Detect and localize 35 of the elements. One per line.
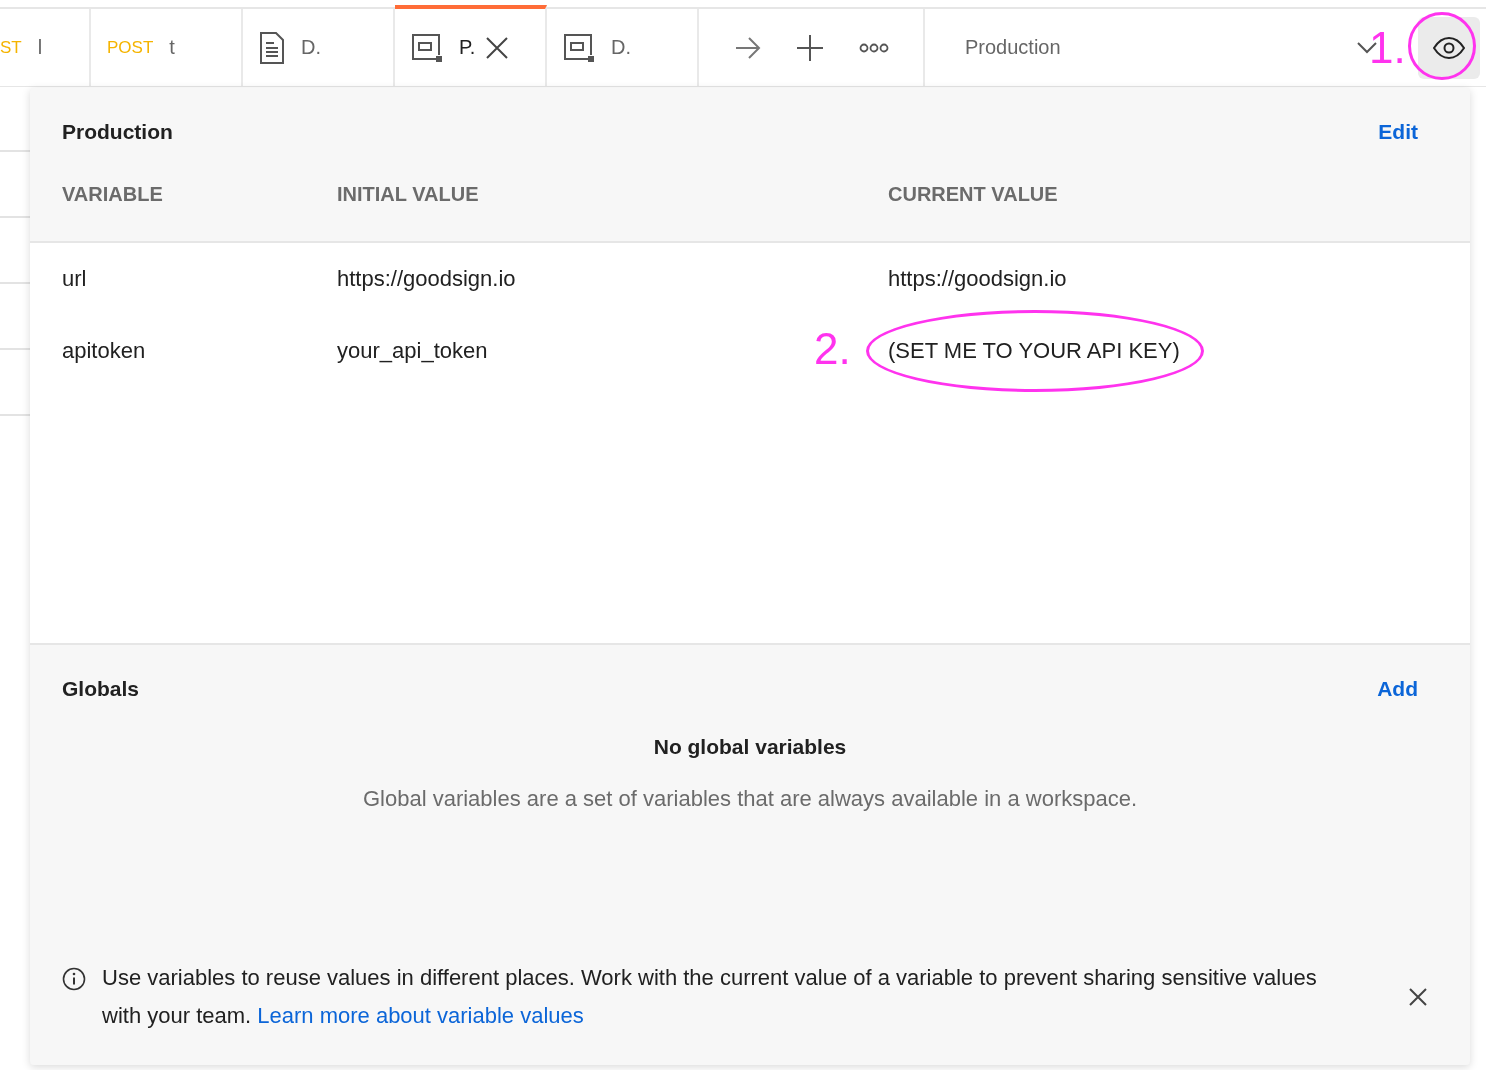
more-icon[interactable] [859,42,889,53]
table-cell: (SET ME TO YOUR API KEY) [888,338,1180,363]
section-title: Globals [62,677,140,701]
eye-icon [1431,36,1466,59]
request-tab[interactable]: D. [243,9,395,86]
request-tab[interactable]: ST l [0,9,91,86]
table-cell: your_api_token [337,338,488,364]
close-icon[interactable] [1408,987,1428,1007]
add-link[interactable]: Add [1377,677,1418,701]
column-header: INITIAL VALUE [337,183,479,206]
info-message: Use variables to reuse values in different places. Work with the current value of a variable to prevent sharing sensitive values with your team. Learn more about variable values [102,964,1318,1030]
close-icon[interactable] [485,35,510,60]
annotation-number: 2. [814,324,851,374]
column-header: VARIABLE [62,183,163,206]
edit-link[interactable]: Edit [1378,120,1418,144]
column-header: CURRENT VALUE [888,183,1058,206]
example-icon [411,32,443,63]
request-tab[interactable]: POST t [91,9,243,86]
empty-state-title: No global variables [653,735,847,759]
example-icon [563,32,595,63]
environment-quick-look-button[interactable] [1417,16,1480,79]
annotation-number: 1. [1369,22,1406,73]
document-icon [259,30,285,65]
table-cell: https://goodsign.io [337,266,516,292]
request-tab[interactable]: D. [547,9,699,86]
table-cell: url [62,266,87,292]
highlight-circle [1408,12,1476,80]
empty-state-text: Global variables are a set of variables that are always available in a workspace. [361,785,1139,813]
panel-title: Production [62,120,173,144]
learn-more-link[interactable]: Learn more about variable values [257,1003,584,1028]
plus-icon[interactable] [797,34,823,61]
arrow-right-icon[interactable] [735,36,761,59]
table-cell: apitoken [62,338,146,364]
info-icon [62,967,86,991]
table-cell: https://goodsign.io [888,266,1067,291]
